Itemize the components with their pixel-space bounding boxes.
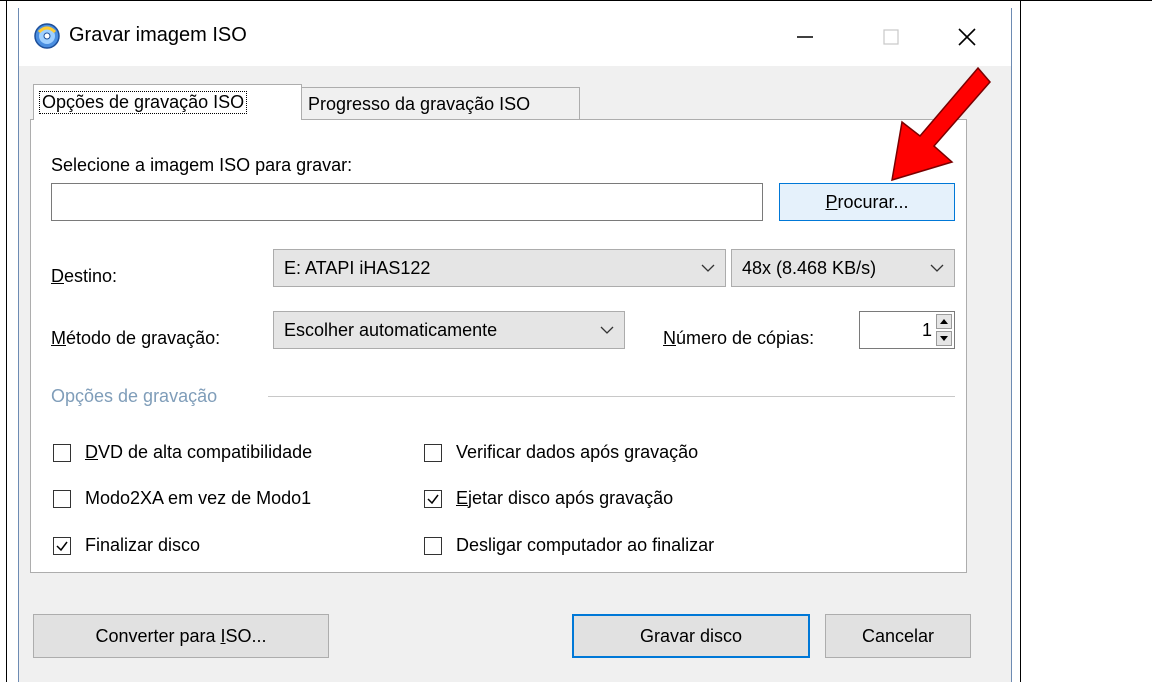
copies-increment-button[interactable] bbox=[936, 314, 952, 329]
tab-burn-progress-label: Progresso da gravação ISO bbox=[308, 94, 531, 114]
shutdown-checkbox[interactable]: Desligar computador ao finalizar bbox=[424, 535, 714, 556]
minimize-icon bbox=[797, 36, 813, 38]
write-method-select[interactable]: Escolher automaticamente bbox=[273, 311, 625, 349]
image-select-label: Selecione a imagem ISO para gravar: bbox=[51, 155, 353, 175]
high-compat-dvd-label: DVD de alta compatibilidade bbox=[85, 442, 313, 462]
copies-stepper[interactable]: 1 bbox=[859, 311, 955, 349]
iso-path-input[interactable] bbox=[51, 183, 763, 221]
chevron-down-icon bbox=[600, 326, 614, 334]
checkmark-icon bbox=[56, 541, 68, 551]
write-speed-value: 48x (8.468 KB/s) bbox=[742, 257, 877, 278]
checkbox-box[interactable] bbox=[424, 536, 442, 555]
mode2xa-label: Modo2XA em vez de Modo1 bbox=[85, 488, 312, 508]
tab-burn-options-label: Opções de gravação ISO bbox=[38, 91, 248, 114]
high-compat-dvd-checkbox[interactable]: DVD de alta compatibilidade bbox=[53, 442, 312, 463]
write-method-value: Escolher automaticamente bbox=[284, 319, 498, 340]
checkbox-box[interactable] bbox=[53, 536, 71, 555]
copies-spin-buttons bbox=[936, 314, 952, 346]
chevron-down-icon bbox=[930, 264, 944, 272]
checkbox-box[interactable] bbox=[53, 489, 71, 508]
close-icon bbox=[958, 28, 976, 46]
finalize-disc-label: Finalizar disco bbox=[85, 535, 201, 555]
tab-burn-progress[interactable]: Progresso da gravação ISO bbox=[302, 87, 580, 121]
maximize-button[interactable] bbox=[861, 8, 921, 66]
frame-left-line bbox=[6, 0, 7, 682]
destination-drive-select[interactable]: E: ATAPI iHAS122 bbox=[273, 249, 726, 287]
annotation-arrow-icon bbox=[891, 66, 991, 182]
method-label: Método de gravação: bbox=[51, 328, 221, 348]
maximize-icon bbox=[883, 29, 899, 45]
frame-top-line bbox=[0, 0, 1152, 1]
convert-to-iso-label: Converter para ISO... bbox=[95, 625, 267, 646]
arrow-up-icon bbox=[940, 319, 948, 324]
checkmark-icon bbox=[427, 494, 439, 504]
eject-disc-checkbox[interactable]: Ejetar disco após gravação bbox=[424, 488, 673, 509]
destination-drive-value: E: ATAPI iHAS122 bbox=[284, 257, 431, 278]
copies-decrement-button[interactable] bbox=[936, 331, 952, 346]
window-title: Gravar imagem ISO bbox=[69, 24, 247, 46]
destination-label: Destino: bbox=[51, 266, 118, 286]
chevron-down-icon bbox=[701, 264, 715, 272]
verify-data-label: Verificar dados após gravação bbox=[456, 442, 699, 462]
copies-value: 1 bbox=[921, 320, 932, 340]
disc-app-icon bbox=[34, 23, 60, 49]
frame-right-line bbox=[1020, 0, 1021, 682]
verify-data-checkbox[interactable]: Verificar dados após gravação bbox=[424, 442, 698, 463]
write-speed-select[interactable]: 48x (8.468 KB/s) bbox=[731, 249, 955, 287]
copies-label: Número de cópias: bbox=[663, 328, 815, 348]
shutdown-label: Desligar computador ao finalizar bbox=[456, 535, 715, 555]
close-button[interactable] bbox=[937, 8, 997, 66]
title-bar: Gravar imagem ISO bbox=[19, 8, 1011, 66]
burn-disc-label: Gravar disco bbox=[639, 625, 743, 646]
burn-options-group-title: Opções de gravação bbox=[51, 386, 218, 406]
group-divider bbox=[268, 396, 955, 397]
eject-disc-label: Ejetar disco após gravação bbox=[456, 488, 674, 508]
burn-disc-button[interactable]: Gravar disco bbox=[572, 614, 810, 658]
cancel-label: Cancelar bbox=[861, 625, 935, 646]
checkbox-box[interactable] bbox=[424, 489, 442, 508]
convert-to-iso-button[interactable]: Converter para ISO... bbox=[33, 614, 329, 658]
cancel-button[interactable]: Cancelar bbox=[825, 614, 971, 658]
checkbox-box[interactable] bbox=[424, 443, 442, 462]
mode2xa-checkbox[interactable]: Modo2XA em vez de Modo1 bbox=[53, 488, 311, 509]
browse-button-label: Procurar... bbox=[825, 191, 909, 212]
arrow-down-icon bbox=[940, 336, 948, 341]
checkbox-box[interactable] bbox=[53, 443, 71, 462]
minimize-button[interactable] bbox=[775, 8, 835, 66]
tab-burn-options[interactable]: Opções de gravação ISO bbox=[33, 84, 302, 120]
finalize-disc-checkbox[interactable]: Finalizar disco bbox=[53, 535, 200, 556]
